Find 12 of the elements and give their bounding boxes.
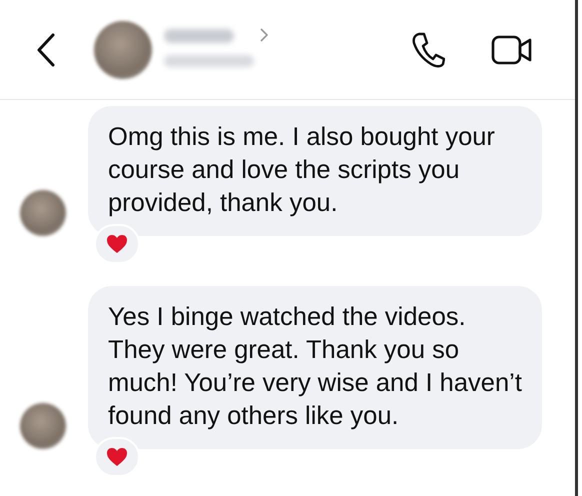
heart-icon (106, 234, 128, 254)
redacted-name (164, 28, 234, 42)
message-bubble: Omg this is me. I also bought your course and love the scripts you provided, thank you. (88, 106, 542, 236)
heart-icon (106, 447, 128, 467)
avatar[interactable] (94, 20, 152, 78)
chevron-icon (260, 28, 268, 42)
avatar (20, 403, 66, 449)
back-icon[interactable] (36, 32, 56, 66)
avatar (20, 190, 66, 236)
video-camera-icon[interactable] (491, 34, 533, 64)
phone-icon[interactable] (411, 32, 445, 68)
message-bubble: Yes I binge watched the videos. They were great. Thank you so much! You’re very wise and I haven’t found any others like you. (88, 286, 542, 449)
